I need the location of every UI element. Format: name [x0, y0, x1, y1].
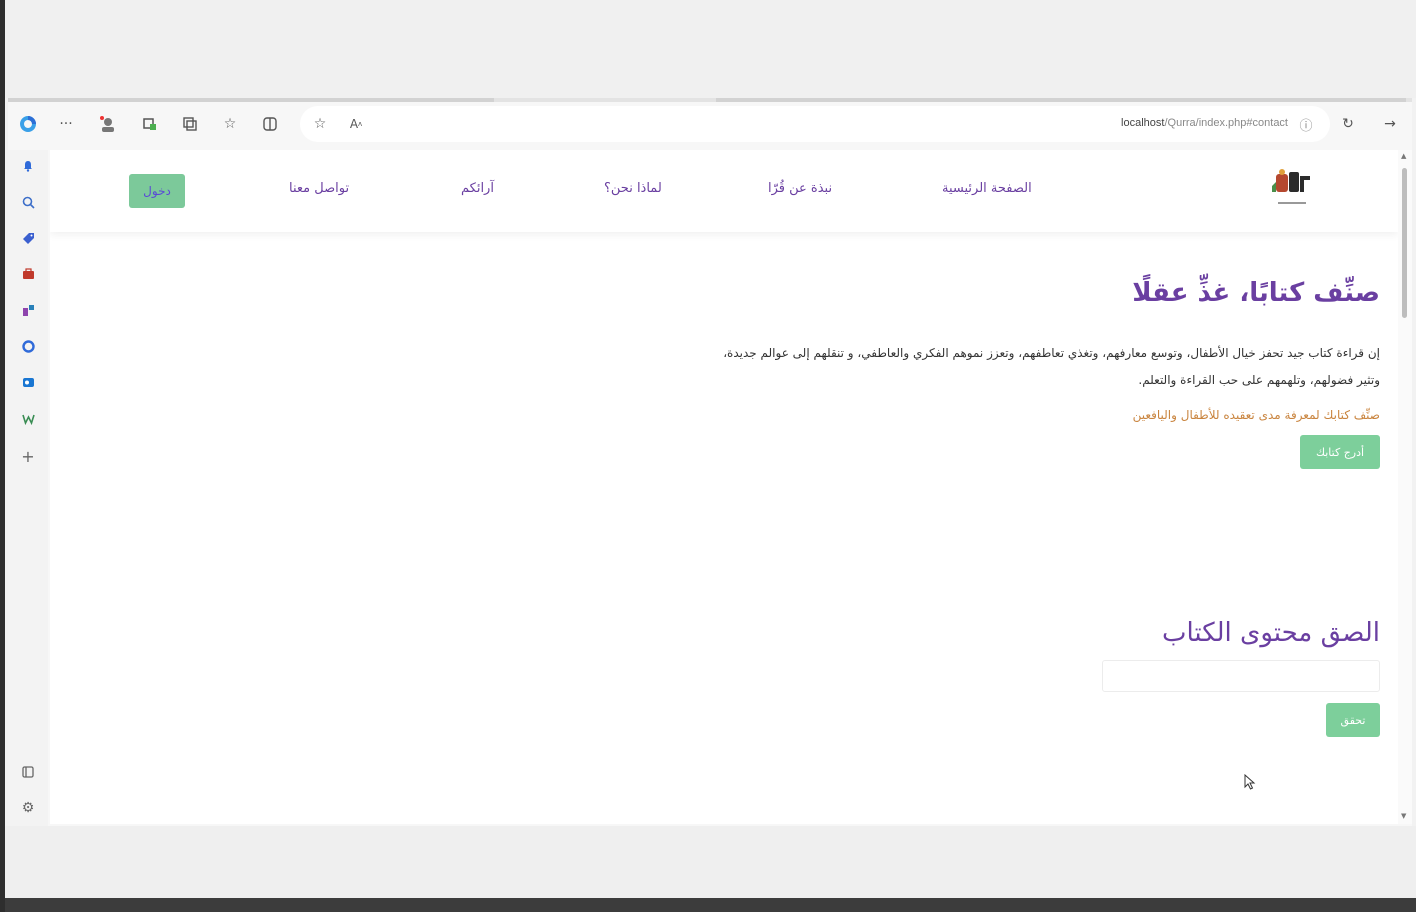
paste-section-title: الصق محتوى الكتاب [1162, 618, 1380, 648]
shopping-tag-icon[interactable] [18, 228, 38, 248]
hero-description: إن قراءة كتاب جيد تحفز خيال الأطفال، وتو… [723, 346, 1380, 387]
hero-title: صنِّف كتابًا، غذِّ عقلًا [1132, 278, 1380, 308]
more-options-icon[interactable]: ··· [56, 114, 76, 134]
login-button[interactable]: دخول [129, 174, 185, 208]
web-page: الصفحة الرئيسية نبذة عن قُرّا لماذا نحن؟… [50, 150, 1398, 824]
add-icon[interactable]: + [18, 446, 38, 466]
forward-icon[interactable]: → [1380, 114, 1400, 134]
tab-segment[interactable] [8, 98, 494, 102]
info-icon[interactable]: ⓘ [1296, 114, 1316, 134]
url-host: localhost [1121, 117, 1165, 129]
scroll-down-icon[interactable]: ▼ [1401, 812, 1406, 820]
site-logo[interactable] [1262, 166, 1322, 214]
tab-strip [8, 98, 1412, 102]
browser-sidebar: + ⚙ [8, 150, 48, 826]
site-navbar: الصفحة الرئيسية نبذة عن قُرّا لماذا نحن؟… [50, 150, 1398, 232]
url-text[interactable]: localhost/Qurra/index.php#contact [1121, 117, 1288, 129]
monitor-bezel-left [0, 0, 5, 912]
address-bar[interactable]: ☆ Aʌ localhost/Qurra/index.php#contact ⓘ [300, 106, 1330, 142]
add-favorite-icon[interactable]: ☆ [310, 114, 330, 134]
insert-book-button[interactable]: أدرج كتابك [1300, 435, 1380, 469]
profile-icon[interactable] [98, 114, 118, 134]
favorites-icon[interactable]: ☆ [220, 114, 240, 134]
nav-home-link[interactable]: الصفحة الرئيسية [942, 181, 1032, 196]
tab-segment[interactable] [716, 98, 1406, 102]
nav-contact-link[interactable]: تواصل معنا [289, 181, 349, 196]
screen: ··· ☆ ☆ Aʌ localhost/Qurra/index.php#con… [0, 0, 1416, 912]
outlook-icon[interactable] [18, 372, 38, 392]
mouse-cursor-icon [1244, 773, 1256, 794]
book-content-input[interactable] [1102, 660, 1380, 692]
refresh-icon[interactable]: ↻ [1338, 114, 1358, 134]
extension-icon[interactable] [140, 114, 160, 134]
sidebar-toggle-icon[interactable] [18, 762, 38, 782]
scroll-up-icon[interactable]: ▲ [1401, 152, 1406, 160]
hero-note: صنِّف كتابك لمعرفة مدى تعقيده للأطفال وا… [1132, 408, 1380, 422]
web-app-icon[interactable] [18, 408, 38, 428]
screen-top-area [0, 0, 1416, 98]
nav-why-us-link[interactable]: لماذا نحن؟ [604, 181, 662, 196]
nav-opinions-link[interactable]: آرائكم [461, 181, 494, 196]
split-screen-icon[interactable] [260, 114, 280, 134]
scroll-thumb[interactable] [1402, 168, 1407, 318]
url-path: /Qurra/index.php#contact [1164, 117, 1288, 129]
settings-gear-icon[interactable]: ⚙ [18, 798, 38, 818]
games-icon[interactable] [18, 300, 38, 320]
m365-icon[interactable] [18, 336, 38, 356]
read-aloud-icon[interactable]: Aʌ [346, 114, 366, 134]
browser-window: ··· ☆ ☆ Aʌ localhost/Qurra/index.php#con… [8, 98, 1412, 826]
collections-icon[interactable] [180, 114, 200, 134]
nav-about-link[interactable]: نبذة عن قُرّا [768, 181, 832, 196]
page-scrollbar[interactable]: ▲ ▼ [1398, 150, 1412, 824]
briefcase-icon[interactable] [18, 264, 38, 284]
browser-toolbar: ··· ☆ ☆ Aʌ localhost/Qurra/index.php#con… [8, 104, 1412, 144]
search-icon[interactable] [18, 192, 38, 212]
notification-bell-icon[interactable] [18, 156, 38, 176]
browser-logo-icon[interactable] [18, 114, 38, 134]
verify-button[interactable]: تحقق [1326, 703, 1380, 737]
monitor-bezel-bottom [0, 898, 1416, 912]
